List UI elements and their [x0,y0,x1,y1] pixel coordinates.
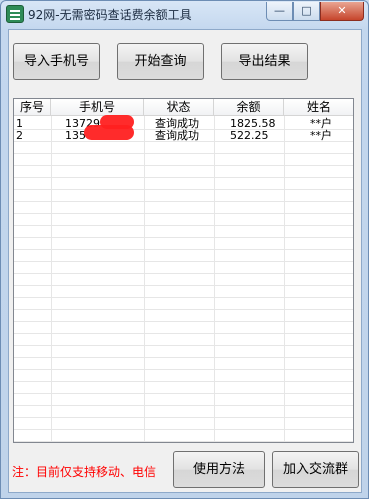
grid-line [14,213,353,214]
grid-line [14,201,353,202]
grid-line [14,321,353,322]
grid-line [214,116,215,442]
cell-status: 查询成功 [155,129,199,142]
grid-line [144,116,145,442]
start-query-button[interactable]: 开始查询 [117,43,204,80]
grid-line [14,249,353,250]
grid-line [14,273,353,274]
grid-line [14,285,353,286]
grid-line [14,369,353,370]
redaction-mark [84,125,134,140]
client-area: 导入手机号 开始查询 导出结果 序号 手机号 状态 余额 姓名 1 13729 … [8,29,362,493]
results-table[interactable]: 序号 手机号 状态 余额 姓名 1 13729 查询成功 1825.58 **户… [13,98,354,443]
table-row[interactable]: 2 135 查询成功 522.25 **户 [14,129,353,142]
grid-line [14,261,353,262]
grid-line [14,429,353,430]
grid-line [14,165,353,166]
column-header-status[interactable]: 状态 [144,99,214,116]
window-title: 92网-无需密码查话费余额工具 [28,8,192,22]
grid-line [14,381,353,382]
grid-line [14,393,353,394]
maximize-button[interactable]: □ [293,2,320,21]
grid-line [14,441,353,442]
close-button[interactable]: ✕ [320,2,364,21]
cell-name: **户 [310,129,332,142]
app-logo-icon [6,5,24,23]
app-window: 92网-无需密码查话费余额工具 — □ ✕ 导入手机号 开始查询 导出结果 序号… [0,0,369,499]
grid-line [51,116,52,442]
import-phone-button[interactable]: 导入手机号 [13,43,100,80]
cell-index: 2 [16,129,23,142]
column-header-name[interactable]: 姓名 [284,99,353,116]
export-results-button[interactable]: 导出结果 [221,43,308,80]
grid-line [14,153,353,154]
grid-line [14,297,353,298]
grid-line [14,417,353,418]
minimize-button[interactable]: — [266,2,293,21]
usage-button[interactable]: 使用方法 [173,451,265,488]
grid-line [14,345,353,346]
grid-line [14,309,353,310]
grid-line [14,405,353,406]
grid-line [14,189,353,190]
support-note: 注：目前仅支持移动、电信 [12,465,157,479]
grid-line [284,116,285,442]
join-group-button[interactable]: 加入交流群 [272,451,359,488]
grid-line [14,333,353,334]
table-header: 序号 手机号 状态 余额 姓名 [14,99,353,116]
column-header-index[interactable]: 序号 [14,99,51,116]
column-header-phone[interactable]: 手机号 [51,99,144,116]
grid-line [14,225,353,226]
grid-line [14,177,353,178]
column-header-balance[interactable]: 余额 [214,99,284,116]
grid-line [14,357,353,358]
grid-line [14,237,353,238]
cell-balance: 522.25 [230,129,269,142]
